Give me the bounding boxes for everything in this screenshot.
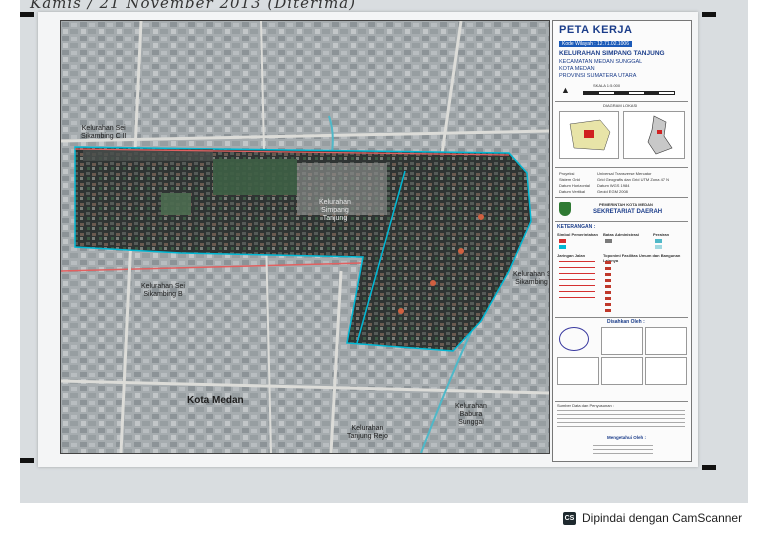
legend-divider-2 [555, 167, 688, 168]
legend-divider-4 [555, 221, 688, 222]
sumber-heading: Sumber Data dan Penyusunan : [557, 403, 614, 408]
label-sei-sikambing-b: Kelurahan Sei Sikambing B [141, 283, 185, 298]
source-notes-lines [557, 410, 685, 430]
tape-bottom-right [702, 465, 716, 470]
map-imagery [61, 21, 549, 453]
kota-name: KOTA MEDAN [559, 66, 595, 72]
tape-top-right [702, 12, 716, 17]
label-babura-sunggal: Kelurahan Babura Sunggal [455, 403, 487, 426]
proj-value-3: Datum WGS 1984 [597, 183, 630, 188]
proj-label-1: Proyeksi [559, 171, 575, 176]
medan-emblem-icon [559, 202, 571, 216]
label-sei-sikambing-d: Kelurahan Sei Sikambing D [513, 271, 549, 286]
legend-divider-6 [555, 401, 688, 402]
proj-value-4: Geoid EGM 2008 [597, 189, 628, 194]
label-tanjung-rejo: Kelurahan Tanjung Rejo [347, 425, 388, 440]
legend-swatch-cyan [559, 245, 566, 249]
legend-divider-5 [555, 317, 688, 318]
inset-map-province [623, 111, 685, 159]
signature-box-4 [601, 357, 643, 385]
legend-head-perairan: Perairan [653, 232, 670, 237]
region-code: Kode Wilayah : 12.71.02.1006 [559, 41, 632, 47]
proj-value-1: Universal Transverse Mercator [597, 171, 652, 176]
mengetahui-heading: Mengetahui Oleh : [607, 435, 647, 440]
proj-label-3: Datum Horizontal [559, 183, 590, 188]
camscanner-icon: CS [563, 511, 576, 525]
camscanner-text: Dipindai dengan CamScanner [582, 511, 743, 525]
keterangan-heading: KETERANGAN : [557, 224, 596, 230]
official-stamp-icon [559, 327, 589, 351]
sekretariat-text: SEKRETARIAT DAERAH [593, 209, 663, 215]
legend-divider [555, 101, 688, 102]
legend-head-jalan: Jaringan Jalan [557, 253, 586, 258]
legend-swatch-grey [605, 239, 612, 243]
legend-swatch-water2 [655, 245, 662, 249]
tape-bottom-left [20, 458, 34, 463]
inset-title: DIAGRAM LOKASI [603, 103, 638, 108]
kelurahan-name: KELURAHAN SIMPANG TANJUNG [559, 50, 665, 57]
provinsi-name: PROVINSI SUMATERA UTARA [559, 73, 637, 79]
scale-bar [583, 91, 675, 95]
signature-box-1 [601, 327, 643, 355]
map-poster: Kelurahan Sei Sikambing C II Kelurahan S… [20, 12, 716, 470]
legend-title: PETA KERJA [559, 24, 633, 36]
handwritten-note: Kamis / 21 November 2013 (Diterima) [30, 0, 356, 12]
inset-map-city [559, 111, 619, 159]
signature-box-2 [645, 327, 687, 355]
camscanner-watermark: CS Dipindai dengan CamScanner [563, 511, 742, 525]
mengetahui-signature-lines [593, 445, 653, 457]
label-sei-sikambing-cii: Kelurahan Sei Sikambing C II [81, 125, 127, 140]
signature-box-3 [557, 357, 599, 385]
legend-divider-3 [555, 197, 688, 198]
map-legend-panel: PETA KERJA Kode Wilayah : 12.71.02.1006 … [552, 20, 692, 462]
legend-swatch-water [655, 239, 662, 243]
legend-swatch-red [559, 239, 566, 243]
legend-head-toponimi: Toponimi Fasilitas Umum dan Bangunan Lai… [603, 253, 681, 263]
legend-head-batas: Batas Administrasi [603, 232, 640, 237]
tape-top-left [20, 12, 34, 17]
pemkot-text: PEMERINTAH KOTA MEDAN [599, 202, 653, 207]
proj-value-2: Grid Geografis dan Grid UTM Zona 47 N [597, 177, 670, 182]
signature-box-5 [645, 357, 687, 385]
road-legend-lines [559, 261, 595, 303]
scale-text: SKALA 1:5.000 [593, 83, 621, 88]
kecamatan-name: KECAMATAN MEDAN SUNGGAL [559, 59, 643, 65]
legend-head-pemerintahan: Simbol Pemerintahan [557, 232, 598, 237]
proj-label-4: Datum Vertikal [559, 189, 586, 194]
label-simpang-tanjung: Kelurahan Simpang Tanjung [319, 199, 351, 222]
satellite-map[interactable]: Kelurahan Sei Sikambing C II Kelurahan S… [60, 20, 550, 454]
proj-label-2: Sistem Grid [559, 177, 580, 182]
disahkan-heading: Disahkan Oleh : [607, 319, 645, 325]
poi-legend-dots [605, 261, 611, 313]
north-arrow-icon: ▲ [561, 85, 570, 95]
label-kota-medan: Kota Medan [187, 395, 244, 406]
